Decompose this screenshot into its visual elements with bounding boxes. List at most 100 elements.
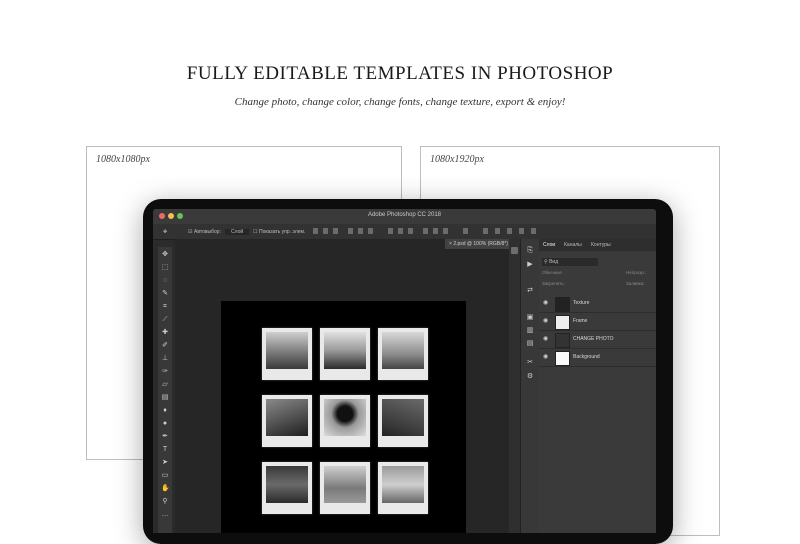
- lock-label: Закрепить:: [542, 281, 565, 286]
- stamp-icon[interactable]: ⊥: [161, 355, 169, 363]
- notes-icon[interactable]: ▤: [526, 340, 534, 348]
- canvas-area[interactable]: [175, 249, 509, 533]
- distribute-icon[interactable]: [443, 228, 448, 234]
- 3d-pan-icon[interactable]: [507, 228, 512, 234]
- align-top-icon[interactable]: [348, 228, 353, 234]
- opacity-label: Непрозр.:: [626, 270, 647, 275]
- show-controls-checkbox[interactable]: ☐: [253, 229, 257, 235]
- 3d-roll-icon[interactable]: [495, 228, 500, 234]
- layer-filter-select[interactable]: ⚲ Вид: [542, 258, 598, 266]
- photo-placeholder: [382, 466, 424, 503]
- visibility-eye-icon[interactable]: ◉: [543, 354, 549, 360]
- tab-channels[interactable]: Каналы: [564, 242, 582, 248]
- properties-icon[interactable]: ▣: [526, 314, 534, 322]
- photo-placeholder: [324, 399, 366, 436]
- lock-row: Закрепить: Заливка:: [542, 280, 652, 288]
- photoshop-window: Adobe Photoshop CC 2018 ✥ ☑ Автовыбор: С…: [153, 209, 656, 533]
- document-tab-bar: × 2.psd @ 100% (RGB/8*): [175, 239, 529, 249]
- align-center-icon[interactable]: [323, 228, 328, 234]
- eyedropper-icon[interactable]: ⟋: [161, 316, 169, 324]
- visibility-eye-icon[interactable]: ◉: [543, 336, 549, 342]
- size-label: 1080x1080px: [96, 154, 150, 165]
- blend-mode-select[interactable]: Обычные: [542, 270, 562, 275]
- polaroid-frame: [262, 328, 312, 380]
- history-brush-icon[interactable]: ✑: [161, 368, 169, 376]
- layer-thumbnail: [555, 297, 570, 312]
- gradient-icon[interactable]: ▤: [161, 394, 169, 402]
- move-icon[interactable]: ✥: [163, 229, 167, 235]
- panel-dock-strip: [509, 239, 520, 533]
- document-canvas[interactable]: [221, 301, 466, 533]
- zoom-icon[interactable]: ⚲: [161, 498, 169, 506]
- eraser-icon[interactable]: ▱: [161, 381, 169, 389]
- polaroid-frame: [262, 462, 312, 514]
- tab-layers[interactable]: Слои: [543, 242, 555, 248]
- title-bar: Adobe Photoshop CC 2018: [153, 209, 656, 225]
- layer-thumbnail: [555, 315, 570, 330]
- layer-filter-label: Вид: [549, 259, 559, 265]
- show-controls-label: Показать упр. элем.: [259, 229, 306, 235]
- dodge-icon[interactable]: ●: [161, 420, 169, 428]
- polaroid-frame: [378, 395, 428, 447]
- history-icon[interactable]: ⎘: [526, 247, 534, 255]
- polaroid-frame: [320, 328, 370, 380]
- layer-name: CHANGE PHOTO: [573, 336, 614, 342]
- layer-row[interactable]: ◉ Frame: [539, 313, 656, 331]
- layer-row[interactable]: ◉ CHANGE PHOTO: [539, 331, 656, 349]
- brush-icon[interactable]: ✐: [161, 342, 169, 350]
- distribute-icon[interactable]: [423, 228, 428, 234]
- polaroid-frame: [320, 395, 370, 447]
- align-left-icon[interactable]: [313, 228, 318, 234]
- align-middle-icon[interactable]: [358, 228, 363, 234]
- layer-row[interactable]: ◉ Texture: [539, 295, 656, 313]
- healing-icon[interactable]: ✚: [161, 329, 169, 337]
- align-bottom-icon[interactable]: [368, 228, 373, 234]
- path-select-icon[interactable]: ➤: [161, 459, 169, 467]
- layer-name: Texture: [573, 300, 590, 306]
- shape-icon[interactable]: ▭: [161, 472, 169, 480]
- libraries-icon[interactable]: ▥: [526, 327, 534, 335]
- fill-label: Заливка:: [626, 281, 645, 286]
- layer-row[interactable]: ◉ Background: [539, 349, 656, 367]
- collapse-panels-icon[interactable]: [511, 247, 518, 254]
- polaroid-frame: [378, 462, 428, 514]
- visibility-eye-icon[interactable]: ◉: [543, 318, 549, 324]
- tool-presets-icon[interactable]: ✂: [526, 359, 534, 367]
- layer-select-dropdown[interactable]: Слой: [225, 229, 250, 235]
- 3d-mode-icon[interactable]: [463, 228, 468, 234]
- tab-paths[interactable]: Контуры: [591, 242, 611, 248]
- brushes-icon[interactable]: ⚙: [526, 373, 534, 381]
- autoselect-label: Автовыбор:: [194, 229, 221, 235]
- 3d-rotate-icon[interactable]: [483, 228, 488, 234]
- distribute-icon[interactable]: [398, 228, 403, 234]
- quick-select-icon[interactable]: ✎: [161, 290, 169, 298]
- photo-placeholder: [324, 466, 366, 503]
- align-right-icon[interactable]: [333, 228, 338, 234]
- distribute-icon[interactable]: [408, 228, 413, 234]
- more-tools-icon[interactable]: …: [161, 511, 169, 519]
- marquee-icon[interactable]: ⬚: [161, 264, 169, 272]
- 3d-scale-icon[interactable]: [531, 228, 536, 234]
- photo-placeholder: [266, 466, 308, 503]
- lasso-icon[interactable]: ◌: [161, 277, 169, 285]
- autoselect-checkbox[interactable]: ☑: [188, 229, 192, 235]
- visibility-eye-icon[interactable]: ◉: [543, 300, 549, 306]
- move-icon[interactable]: ✥: [161, 251, 169, 259]
- options-bar: ✥ ☑ Автовыбор: Слой ☐ Показать упр. элем…: [153, 224, 656, 240]
- panel-icons-column: ⎘ ▶ ⇄ ▣ ▥ ▤ ✂ ⚙: [520, 239, 539, 533]
- blend-mode-row: Обычные Непрозр.:: [542, 269, 652, 277]
- type-icon[interactable]: T: [161, 446, 169, 454]
- 3d-slide-icon[interactable]: [519, 228, 524, 234]
- adjustments-icon[interactable]: ⇄: [526, 287, 534, 295]
- actions-icon[interactable]: ▶: [526, 261, 534, 269]
- distribute-icon[interactable]: [433, 228, 438, 234]
- crop-icon[interactable]: ⌗: [161, 303, 169, 311]
- blur-icon[interactable]: ♦: [161, 407, 169, 415]
- polaroid-frame: [378, 328, 428, 380]
- pen-icon[interactable]: ✒: [161, 433, 169, 441]
- hand-icon[interactable]: ✋: [161, 485, 170, 493]
- page-subtitle: Change photo, change color, change fonts…: [234, 96, 566, 108]
- layer-thumbnail: [555, 351, 570, 366]
- distribute-icon[interactable]: [388, 228, 393, 234]
- photo-placeholder: [266, 399, 308, 436]
